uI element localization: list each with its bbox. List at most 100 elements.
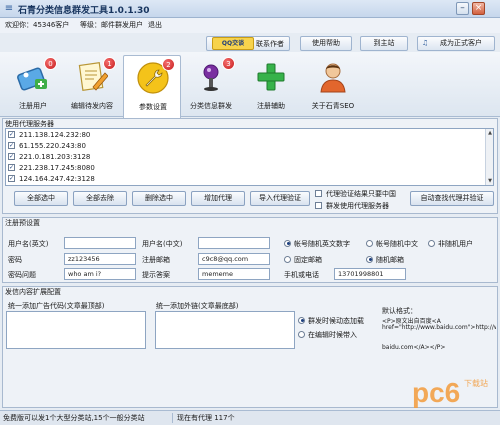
default-format-line: baidu.com</A></P> — [382, 344, 446, 351]
minimize-button[interactable]: – — [456, 2, 469, 15]
upgrade-icon: ♫ — [422, 39, 429, 47]
upgrade-button[interactable]: ♫ 成为正式客户 — [417, 36, 495, 51]
radio-non-random[interactable]: 非随机用户 — [428, 239, 473, 249]
register-group-title: 注册预设置 — [5, 219, 40, 227]
radio-label: 随机邮箱 — [376, 256, 404, 264]
import-proxy-button[interactable]: 导入代理验证 — [250, 191, 310, 206]
proxy-address: 61.155.220.243:80 — [19, 142, 86, 150]
tab-badge: 3 — [222, 57, 235, 70]
username-en-input[interactable] — [64, 237, 136, 249]
person-icon — [320, 63, 346, 93]
proxy-list[interactable]: ✓ 211.138.124.232:80 ✓ 61.155.220.243:80 ✓… — [5, 128, 494, 186]
username-cn-input[interactable] — [198, 237, 270, 249]
pc6-watermark-logo: pc6 下载站 — [412, 377, 488, 408]
tab-about[interactable]: 关于石青SEO — [304, 55, 362, 115]
checkbox-icon[interactable]: ✓ — [8, 152, 15, 160]
checkbox-icon[interactable] — [315, 201, 322, 209]
china-only-option[interactable]: 代理验证结果只要中国 — [315, 189, 396, 199]
tab-register-user[interactable]: 0 注册用户 — [4, 55, 62, 115]
ad-code-textarea[interactable] — [6, 311, 146, 349]
list-item[interactable]: ✓ 124.164.247.42:3128 — [8, 174, 95, 185]
svg-text:下载站: 下载站 — [464, 378, 488, 388]
svg-text:pc6: pc6 — [412, 377, 460, 408]
radio-label: 帐号随机中文 — [376, 240, 418, 248]
china-only-label: 代理验证结果只要中国 — [326, 190, 396, 198]
group-use-proxy-option[interactable]: 群发使用代理服务器 — [315, 201, 389, 211]
answer-input[interactable]: mememe — [198, 268, 270, 280]
email-input[interactable]: c9c8@qq.com — [198, 253, 270, 265]
scroll-up-icon[interactable]: ▲ — [486, 129, 494, 137]
app-menu-icon[interactable]: ≡ — [3, 3, 15, 15]
app-window: ≡ 石青分类信息群发工具1.0.1.30 – × 欢迎你：45346客户 等级：… — [0, 0, 500, 425]
radio-dynamic-load[interactable]: 群发时候动态加载 — [298, 316, 364, 326]
auto-find-proxy-button[interactable]: 自动查找代理并验证 — [410, 191, 494, 206]
help-button[interactable]: 使用帮助 — [300, 36, 352, 51]
tab-badge: 2 — [162, 58, 175, 71]
phone-label: 手机或电话 — [284, 271, 319, 279]
list-item[interactable]: ✓ 221.238.17.245:8080 — [8, 163, 95, 174]
tab-classified-mass-post[interactable]: 3 分类信息群发 — [182, 55, 240, 115]
radio-random-email[interactable]: 随机邮箱 — [366, 255, 404, 265]
radio-icon[interactable] — [366, 255, 373, 263]
radio-fixed-email[interactable]: 固定邮箱 — [284, 255, 322, 265]
radio-icon[interactable] — [284, 239, 291, 247]
radio-icon[interactable] — [298, 330, 305, 338]
radio-icon[interactable] — [298, 316, 305, 324]
user-level: 等级：邮件群发用户 — [80, 21, 143, 29]
main-site-button[interactable]: 到主站 — [360, 36, 408, 51]
question-input[interactable]: who am i? — [64, 268, 136, 280]
checkbox-icon[interactable]: ✓ — [8, 174, 15, 182]
tab-label: 注册辅助 — [257, 102, 285, 110]
tab-label: 分类信息群发 — [190, 102, 232, 110]
username-cn-label: 用户名(中文) — [142, 240, 183, 248]
proxy-address: 211.138.124.232:80 — [19, 131, 91, 139]
delete-selected-button[interactable]: 删除选中 — [132, 191, 186, 206]
tab-register-helper[interactable]: 注册辅助 — [242, 55, 300, 115]
default-format-line: href="http://www.baidu.com">http://w — [382, 324, 496, 331]
tab-badge: 0 — [44, 57, 57, 70]
add-proxy-button[interactable]: 增加代理 — [191, 191, 245, 206]
checkbox-icon[interactable]: ✓ — [8, 141, 15, 149]
contact-author-label: 联系作者 — [256, 40, 284, 48]
close-button[interactable]: × — [472, 2, 485, 15]
list-item[interactable]: ✓ 61.155.220.243:80 — [8, 141, 86, 152]
proxy-scrollbar[interactable]: ▲ ▼ — [485, 129, 493, 185]
welcome-text: 欢迎你：45346客户 — [5, 21, 70, 29]
tab-label: 关于石青SEO — [311, 102, 355, 110]
email-label: 注册邮箱 — [142, 256, 170, 264]
checkbox-icon[interactable]: ✓ — [8, 130, 15, 138]
radio-edit-insert[interactable]: 在编辑时候带入 — [298, 330, 357, 340]
radio-random-en[interactable]: 帐号随机英文数字 — [284, 239, 350, 249]
window-title: 石青分类信息群发工具1.0.1.30 — [18, 6, 150, 16]
radio-icon[interactable] — [284, 255, 291, 263]
post-config-title: 发信内容扩展配置 — [5, 288, 61, 296]
scroll-down-icon[interactable]: ▼ — [486, 177, 494, 185]
tab-label: 注册用户 — [19, 102, 47, 110]
radio-label: 群发时候动态加载 — [308, 317, 364, 325]
qq-chat-badge[interactable]: QQ交谈 — [212, 37, 254, 50]
checkbox-icon[interactable] — [315, 189, 322, 197]
group-use-proxy-label: 群发使用代理服务器 — [326, 202, 389, 210]
proxy-address: 221.0.181.203:3128 — [19, 153, 91, 161]
question-label: 密码问题 — [8, 271, 36, 279]
list-item[interactable]: ✓ 211.138.124.232:80 — [8, 130, 90, 141]
ad-code-label: 统一添加广告代码(文章最顶部) — [8, 302, 105, 310]
radio-icon[interactable] — [366, 239, 373, 247]
radio-random-cn[interactable]: 帐号随机中文 — [366, 239, 418, 249]
logout-link[interactable]: 退出 — [148, 20, 162, 30]
phone-input[interactable]: 13701998801 — [334, 268, 406, 280]
deselect-all-button[interactable]: 全部去除 — [73, 191, 127, 206]
select-all-button[interactable]: 全部选中 — [14, 191, 68, 206]
upgrade-label: 成为正式客户 — [440, 39, 482, 47]
list-item[interactable]: ✓ 221.0.181.203:3128 — [8, 152, 90, 163]
tab-parameter-settings[interactable]: 2 参数设置 — [123, 55, 181, 118]
answer-label: 提示答案 — [142, 271, 170, 279]
password-input[interactable]: zz123456 — [64, 253, 136, 265]
radio-icon[interactable] — [428, 239, 435, 247]
external-link-textarea[interactable] — [155, 311, 295, 349]
tab-edit-content[interactable]: 1 编辑待发内容 — [63, 55, 121, 115]
tab-label: 参数设置 — [139, 103, 167, 111]
radio-label: 帐号随机英文数字 — [294, 240, 350, 248]
status-text-limits: 免费版可以发1个大型分类站,15个一般分类站 — [3, 414, 145, 422]
checkbox-icon[interactable]: ✓ — [8, 163, 15, 171]
